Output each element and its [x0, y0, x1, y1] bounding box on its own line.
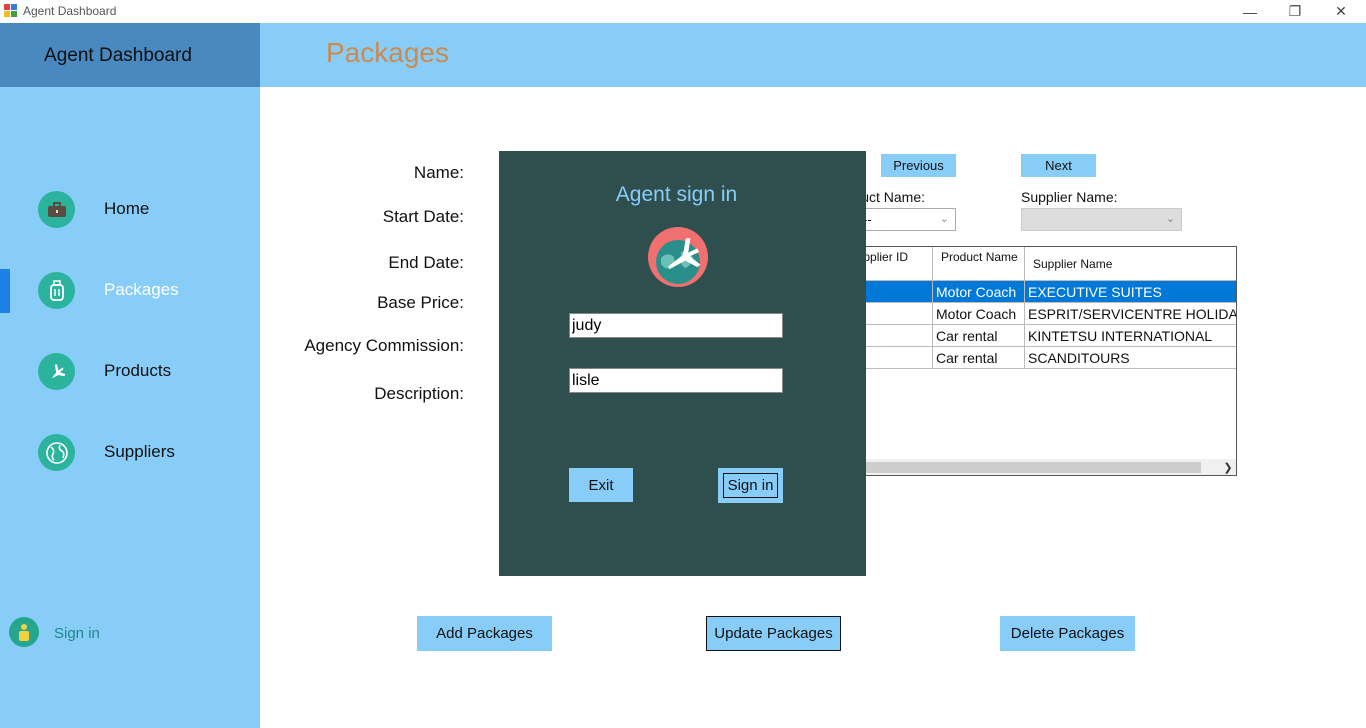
- chevron-down-icon: ⌄: [1165, 213, 1175, 225]
- table-cell: EXECUTIVE SUITES: [1025, 281, 1236, 303]
- table-cell: ESPRIT/SERVICENTRE HOLIDAYS: [1025, 303, 1236, 325]
- sidebar-item-products[interactable]: Products: [0, 342, 260, 402]
- globe-icon: [38, 434, 75, 471]
- sidebar-signin-link[interactable]: Sign in: [54, 625, 100, 642]
- travel-globe-icon: [647, 226, 709, 288]
- agency-commission-label: Agency Commission:: [304, 336, 464, 355]
- description-label: Description:: [374, 384, 464, 403]
- window-title-bar: [0, 0, 1366, 23]
- chevron-down-icon: ⌄: [939, 213, 949, 225]
- close-button[interactable]: ✕: [1318, 0, 1364, 23]
- exit-button[interactable]: Exit: [569, 468, 633, 502]
- sidebar-item-label: Suppliers: [104, 442, 175, 461]
- update-packages-button[interactable]: Update Packages: [706, 616, 841, 651]
- supplier-name-label: Supplier Name:: [1021, 189, 1118, 205]
- briefcase-icon: [38, 191, 75, 228]
- scrollbar-thumb[interactable]: [866, 462, 1201, 473]
- luggage-icon: [38, 272, 75, 309]
- column-header-product-name[interactable]: Product Name: [933, 247, 1025, 281]
- dialog-title: Agent sign in: [615, 183, 738, 206]
- minimize-button[interactable]: —: [1227, 0, 1273, 23]
- table-cell: Car rental: [933, 325, 1025, 347]
- app-icon: [4, 4, 18, 18]
- chevron-right-icon[interactable]: ❯: [1221, 459, 1235, 475]
- sidebar-item-home[interactable]: Home: [0, 180, 260, 240]
- table-cell: SCANDITOURS: [1025, 347, 1236, 369]
- base-price-label: Base Price:: [377, 293, 464, 312]
- start-date-label: Start Date:: [382, 207, 464, 226]
- end-date-label: End Date:: [388, 253, 464, 272]
- previous-button[interactable]: Previous: [881, 154, 956, 177]
- user-icon[interactable]: [9, 617, 39, 647]
- window-title: Agent Dashboard: [23, 4, 117, 18]
- sidebar-item-label: Home: [104, 199, 150, 218]
- column-header-supplier-name[interactable]: Supplier Name: [1025, 247, 1236, 281]
- name-label: Name:: [413, 163, 464, 182]
- sidebar-item-suppliers[interactable]: Suppliers: [0, 423, 260, 483]
- sidebar-title: Agent Dashboard: [44, 45, 192, 66]
- signin-button[interactable]: Sign in: [718, 468, 783, 503]
- table-cell: KINTETSU INTERNATIONAL: [1025, 325, 1236, 347]
- horizontal-scrollbar[interactable]: ❯: [866, 459, 1236, 475]
- table-cell: Motor Coach: [933, 303, 1025, 325]
- airplane-icon: [38, 353, 75, 390]
- page-title: Packages: [326, 37, 449, 68]
- delete-packages-button[interactable]: Delete Packages: [1000, 616, 1135, 651]
- restore-button[interactable]: ❐: [1272, 0, 1318, 23]
- sidebar-item-packages[interactable]: Packages: [0, 261, 260, 321]
- password-input[interactable]: [569, 368, 783, 393]
- signin-button-label: Sign in: [722, 473, 779, 498]
- table-cell: Motor Coach: [933, 281, 1025, 303]
- signin-dialog: Agent sign in Exit Sign in: [499, 151, 866, 576]
- add-packages-button[interactable]: Add Packages: [417, 616, 552, 651]
- next-button[interactable]: Next: [1021, 154, 1096, 177]
- table-cell: Car rental: [933, 347, 1025, 369]
- sidebar-item-label: Packages: [104, 280, 179, 299]
- supplier-name-combo[interactable]: ⌄: [1021, 208, 1182, 231]
- username-input[interactable]: [569, 313, 783, 338]
- sidebar-item-label: Products: [104, 361, 172, 380]
